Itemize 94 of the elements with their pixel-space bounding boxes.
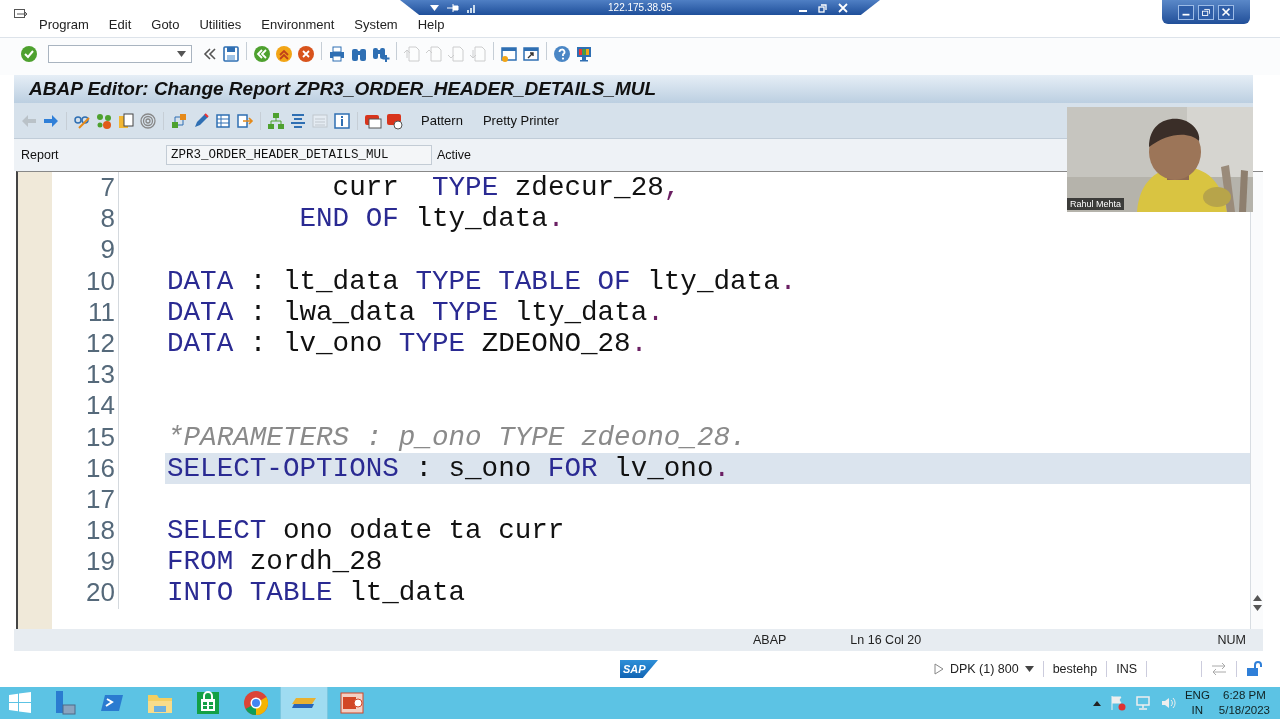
- window-icon[interactable]: [500, 45, 518, 63]
- caret-down-icon[interactable]: [430, 4, 439, 11]
- status-text: Active: [437, 148, 472, 162]
- toolbar-button[interactable]: Pattern: [418, 111, 466, 130]
- report-name-field[interactable]: ZPR3_ORDER_HEADER_DETAILS_MUL: [166, 145, 432, 165]
- table-icon[interactable]: [214, 111, 232, 130]
- exit-icon[interactable]: [275, 45, 293, 63]
- menu-item[interactable]: Environment: [261, 17, 335, 32]
- arrow-box-icon[interactable]: [236, 111, 254, 130]
- restore-icon[interactable]: [1198, 4, 1214, 20]
- toolbar-button[interactable]: Pretty Printer: [479, 111, 562, 130]
- logo: SAP: [620, 660, 658, 678]
- hierarchy-icon[interactable]: [267, 111, 285, 130]
- code-line: *PARAMETERS : p_ono TYPE zdeono_28.: [166, 421, 747, 453]
- menu-icon[interactable]: [14, 8, 27, 21]
- play-icon[interactable]: [933, 663, 944, 675]
- code-line: DATA : lv_ono TYPE ZDEONO_28.: [166, 327, 648, 360]
- browser-icon: [242, 689, 270, 717]
- dropdown-icon[interactable]: [177, 51, 186, 57]
- shopping-bag-icon: [194, 689, 222, 717]
- menu-item[interactable]: Utilities: [199, 17, 242, 32]
- code-line: INTO TABLE lt_data: [166, 577, 466, 609]
- line-number: 9: [52, 234, 119, 266]
- pin-icon[interactable]: [447, 2, 459, 13]
- dropdown-icon[interactable]: [1024, 666, 1034, 672]
- scroll-up-icon[interactable]: [1252, 595, 1262, 601]
- window-title: ABAP Editor: Change Report ZPR3_ORDER_HEADER_DETAILS_MUL: [14, 75, 1253, 103]
- participant-name: Rahul Mehta: [1067, 198, 1125, 210]
- line-number: 8: [52, 203, 119, 235]
- line-number: 20: [52, 577, 119, 609]
- restore-icon[interactable]: [818, 2, 828, 13]
- menu-item[interactable]: Program: [39, 17, 89, 32]
- caret-up-icon[interactable]: [1092, 700, 1101, 706]
- cancel-icon[interactable]: [297, 45, 315, 63]
- check-icon[interactable]: [20, 45, 38, 63]
- line-number: 13: [52, 359, 119, 391]
- line-number: 11: [52, 296, 119, 328]
- spiral-icon[interactable]: [139, 111, 157, 130]
- menu-item[interactable]: System: [354, 17, 398, 32]
- line-number: 18: [52, 515, 119, 547]
- scrollbar[interactable]: [1250, 172, 1263, 629]
- clock-date[interactable]: 5/18/2023: [1218, 703, 1270, 718]
- region-indicator[interactable]: IN: [1191, 703, 1204, 718]
- line-number: 16: [52, 452, 119, 484]
- scroll-down-icon[interactable]: [1252, 605, 1262, 611]
- system-info: DPK (1) 800: [949, 662, 1019, 676]
- transfer-icon[interactable]: [1211, 663, 1227, 675]
- field-label: Report: [21, 148, 60, 162]
- code-line: FROM zordh_28: [166, 546, 383, 578]
- server-name: bestehp: [1052, 662, 1098, 676]
- status-text: ABAP: [753, 633, 787, 647]
- signal-icon: [467, 2, 477, 13]
- insert-mode: INS: [1116, 662, 1137, 676]
- code-line: END OF lty_data.: [298, 203, 565, 235]
- line-number: 12: [52, 327, 119, 360]
- clipboard-icon[interactable]: [117, 111, 135, 130]
- objects-icon[interactable]: [95, 111, 113, 130]
- pencil-icon[interactable]: [192, 111, 210, 130]
- menu-item[interactable]: Edit: [108, 17, 132, 32]
- stop-document-icon[interactable]: [386, 111, 404, 130]
- save-icon[interactable]: [222, 45, 240, 63]
- back-icon[interactable]: [253, 45, 271, 63]
- line-number: 10: [52, 265, 119, 297]
- shortcut-icon[interactable]: [522, 45, 540, 63]
- menu-item[interactable]: Help: [417, 17, 445, 32]
- presentation-icon: [338, 689, 366, 717]
- minimize-icon[interactable]: [1178, 4, 1194, 20]
- command-field[interactable]: [48, 45, 192, 63]
- info-icon[interactable]: [333, 111, 351, 130]
- printer-icon[interactable]: [328, 45, 346, 63]
- taskbar-button[interactable]: [280, 687, 328, 719]
- line-number: 14: [52, 390, 119, 422]
- align-icon[interactable]: [289, 111, 307, 130]
- code-line: curr TYPE zdecur_28,: [331, 172, 681, 204]
- clock-time[interactable]: 6:28 PM: [1223, 688, 1266, 703]
- code-line: DATA : lt_data TYPE TABLE OF lty_data.: [166, 265, 797, 297]
- help-icon[interactable]: [553, 45, 571, 63]
- search-next-icon[interactable]: [372, 45, 390, 63]
- host-address: 122.175.38.95: [608, 2, 672, 13]
- line-number: 17: [52, 483, 119, 516]
- line-number: 15: [52, 421, 119, 453]
- language-indicator[interactable]: ENG: [1184, 688, 1210, 703]
- line-number: 19: [52, 546, 119, 578]
- cursor-position: Ln 16 Col 20: [850, 633, 922, 647]
- line-number: 7: [52, 172, 119, 204]
- shapes-icon[interactable]: [170, 111, 188, 130]
- lock-icon[interactable]: [1246, 661, 1262, 677]
- code-line: DATA : lwa_data TYPE lty_data.: [166, 296, 664, 328]
- menu-item[interactable]: Goto: [151, 17, 180, 32]
- code-line: SELECT ono odate ta curr: [166, 515, 565, 547]
- close-icon[interactable]: [1218, 4, 1234, 20]
- status-text: NUM: [1217, 633, 1246, 647]
- flag-icon[interactable]: [1109, 695, 1126, 711]
- monitor-icon[interactable]: [575, 45, 593, 63]
